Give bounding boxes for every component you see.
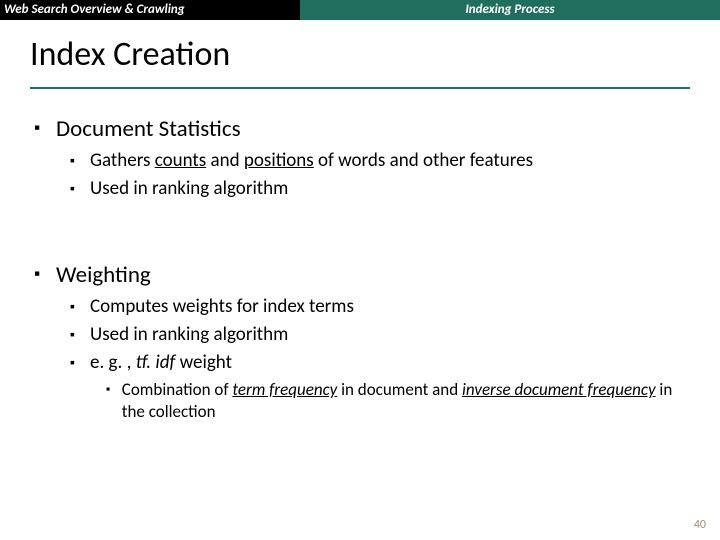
header-left: Web Search Overview & Crawling — [0, 0, 300, 20]
heading-text: Document Statistics — [56, 115, 241, 143]
slide-title: Index Creation — [30, 34, 690, 75]
list-item: ▪ Used in ranking algorithm — [70, 323, 690, 347]
emphasized-term: inverse document frequency — [462, 379, 656, 400]
emphasized-term: term frequency — [232, 379, 337, 400]
list-item: ▪ e. g. , tf. idf weight — [70, 351, 690, 375]
heading-text: Weighting — [56, 261, 151, 289]
section-heading-weighting: ▪ Weighting — [34, 261, 690, 289]
list-item-text: Computes weights for index terms — [90, 295, 354, 319]
bullet-icon: ▪ — [70, 177, 90, 201]
list-item-text: e. g. , tf. idf weight — [90, 351, 232, 375]
list-item-text: Combination of term frequency in documen… — [122, 379, 690, 423]
bullet-icon: ▪ — [106, 379, 122, 401]
underlined-term: counts — [155, 149, 206, 172]
bullet-icon: ▪ — [34, 261, 56, 287]
bullet-icon: ▪ — [70, 295, 90, 319]
underlined-term: positions — [244, 149, 314, 172]
page-number: 40 — [694, 518, 706, 532]
list-item: ▪ Used in ranking algorithm — [70, 177, 690, 201]
bullet-icon: ▪ — [70, 351, 90, 375]
bullet-icon: ▪ — [70, 149, 90, 173]
italic-term: tf. idf — [136, 351, 176, 374]
section-gap — [30, 205, 690, 251]
bullet-icon: ▪ — [34, 115, 56, 141]
slide-content: ▪ Document Statistics ▪ Gathers counts a… — [0, 89, 720, 423]
title-block: Index Creation — [0, 20, 720, 81]
list-item: ▪ Gathers counts and positions of words … — [70, 149, 690, 173]
list-item: ▪ Combination of term frequency in docum… — [106, 379, 690, 423]
list-item-text: Used in ranking algorithm — [90, 177, 288, 201]
slide-header: Web Search Overview & Crawling Indexing … — [0, 0, 720, 20]
bullet-icon: ▪ — [70, 323, 90, 347]
list-item-text: Used in ranking algorithm — [90, 323, 288, 347]
list-item-text: Gathers counts and positions of words an… — [90, 149, 533, 173]
list-item: ▪ Computes weights for index terms — [70, 295, 690, 319]
section-heading-docstats: ▪ Document Statistics — [34, 115, 690, 143]
header-right: Indexing Process — [300, 0, 720, 20]
